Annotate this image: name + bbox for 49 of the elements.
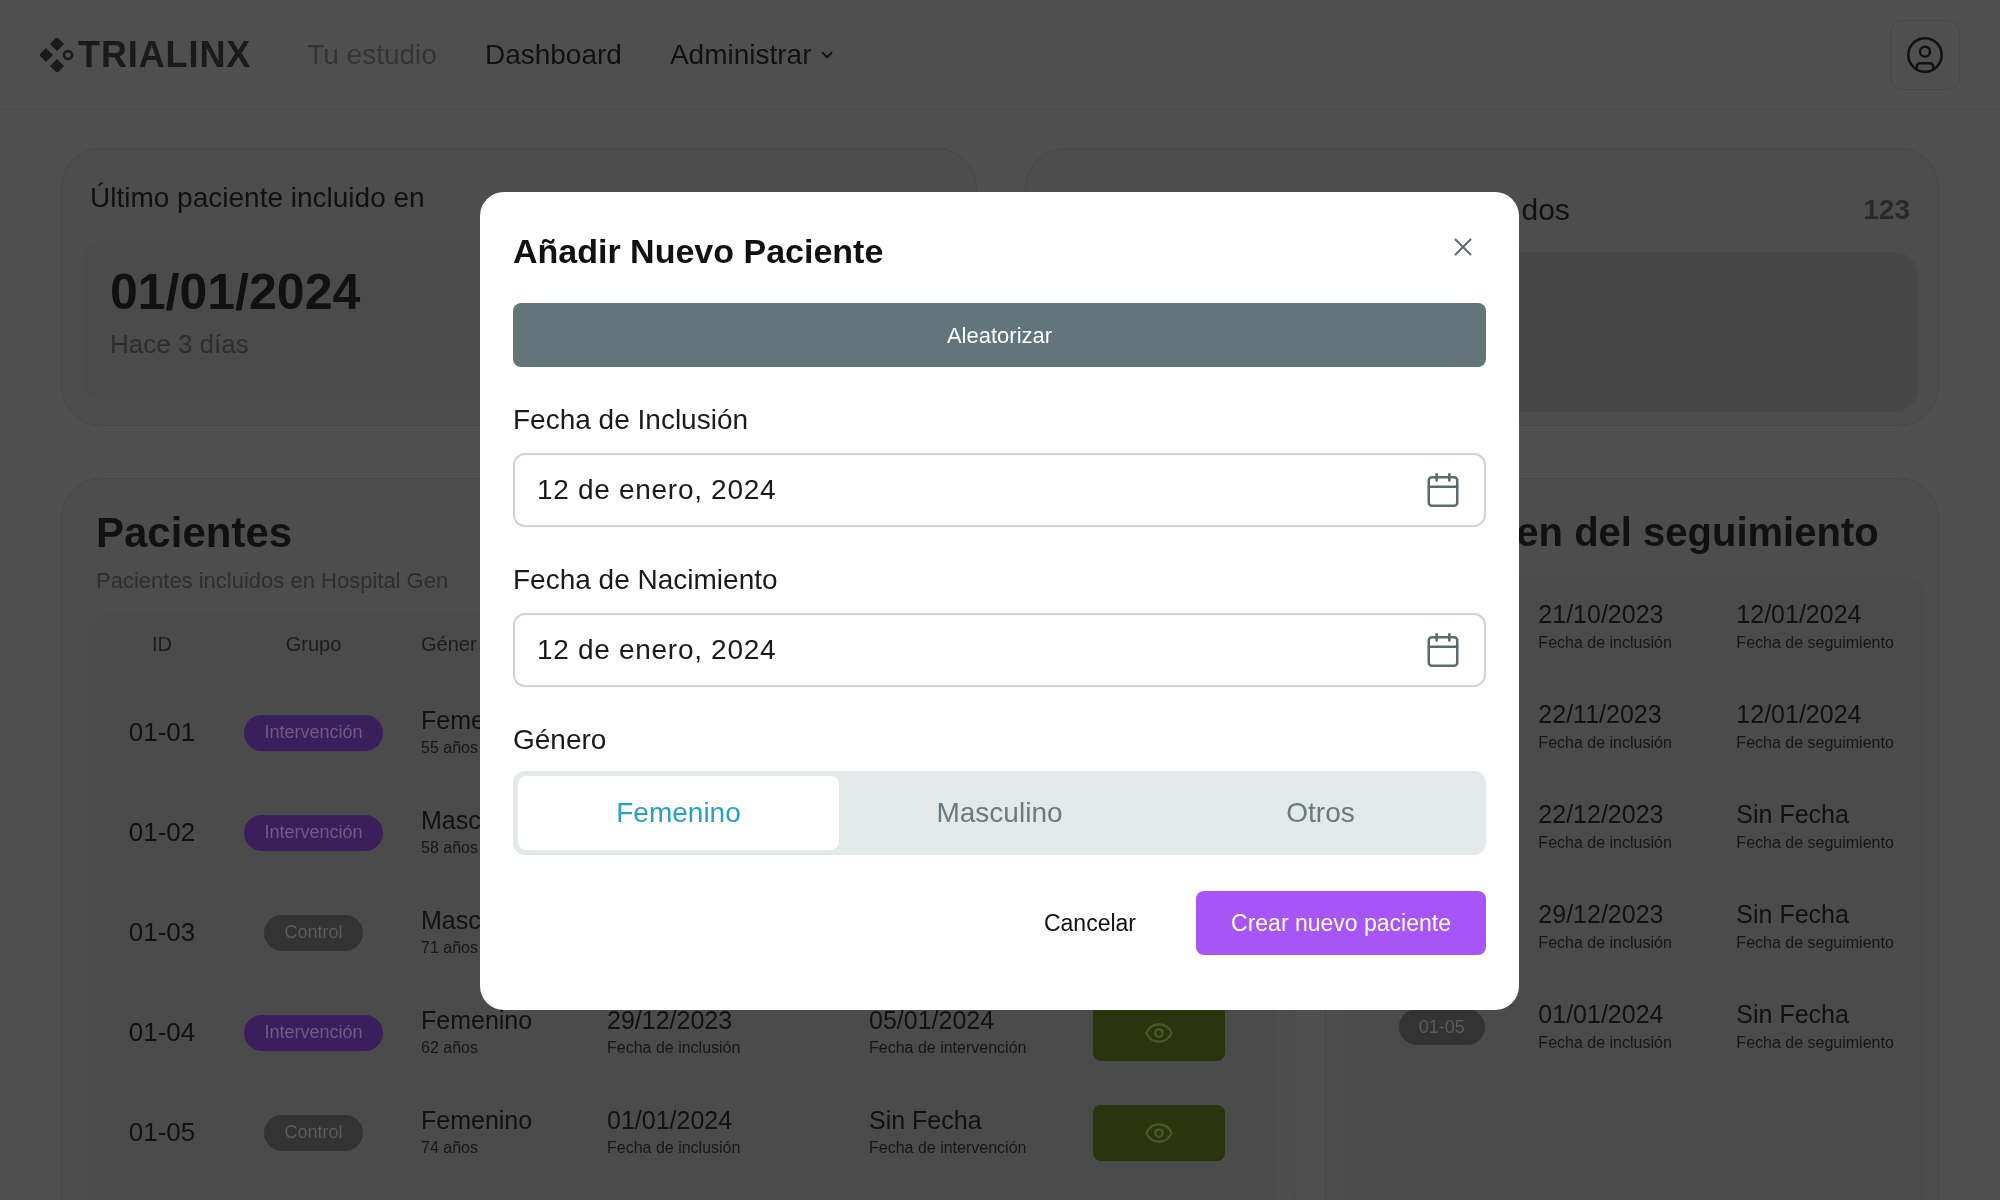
patient-id: 01-02	[128, 817, 196, 847]
field-label: Fecha de Nacimiento	[513, 563, 779, 597]
gender-text: Masc	[421, 804, 481, 836]
nav-link[interactable]: Dashboard	[484, 33, 622, 76]
group-tag: Intervención	[244, 1014, 383, 1051]
cancel-button[interactable]: Cancelar	[1033, 897, 1146, 949]
card-title: dos	[1521, 192, 1570, 228]
card-title: Último paciente incluido en	[89, 181, 426, 215]
nav-link[interactable]: Administrar	[669, 33, 836, 76]
intervention-date: Sin Fecha	[869, 1104, 982, 1136]
logo-icon	[40, 37, 74, 72]
create-patient-button[interactable]: Crear nuevo paciente	[1196, 891, 1486, 955]
intervention-date: 05/01/2024	[869, 1004, 995, 1036]
dialog-title: Añadir Nuevo Paciente	[513, 231, 884, 272]
randomize-button[interactable]: Aleatorizar	[513, 303, 1486, 367]
gender-text: Femenino	[421, 1004, 533, 1036]
followup-date: Sin Fecha	[1736, 999, 1849, 1031]
calendar-icon	[1424, 471, 1462, 509]
gender-option[interactable]: Masculino	[839, 776, 1160, 850]
inclusion-date: 29/12/2023	[607, 1004, 733, 1036]
followup-date: 12/01/2024	[1736, 599, 1862, 631]
inclusion-date: 21/10/2023	[1538, 599, 1664, 631]
inclusion-date: 22/11/2023	[1538, 699, 1662, 731]
group-tag: Intervención	[244, 814, 383, 851]
gender-text: Femenino	[421, 1104, 533, 1136]
patient-id: 01-04	[128, 1017, 196, 1047]
patient-id: 01-01	[128, 717, 196, 747]
followup-date: Sin Fecha	[1736, 899, 1849, 931]
gender-text: Masc	[421, 904, 481, 936]
field-label: Fecha de Inclusión	[513, 403, 750, 437]
inclusion-date: 22/12/2023	[1538, 799, 1664, 831]
card-title: Pacientes	[95, 508, 293, 558]
field-label: Género	[513, 723, 608, 757]
gender-option[interactable]: Femenino	[518, 776, 839, 850]
followup-date: 12/01/2024	[1736, 699, 1862, 731]
patient-id: 01-03	[128, 917, 196, 947]
inclusion-date: 29/12/2023	[1538, 899, 1664, 931]
card-title: en del seguimiento	[1516, 510, 1879, 554]
gender-option[interactable]: Otros	[1160, 776, 1481, 850]
user-icon	[1905, 34, 1945, 75]
inclusion-date: 01/01/2024	[607, 1104, 733, 1136]
calendar-icon	[1424, 631, 1462, 669]
date-field[interactable]: 12 de enero, 2024	[513, 453, 1486, 527]
followup-date: Sin Fecha	[1736, 799, 1849, 831]
date-field[interactable]: 12 de enero, 2024	[513, 613, 1486, 687]
inclusion-date: 01/01/2024	[1538, 999, 1664, 1031]
last-inclusion-date: 01/01/2024	[110, 267, 361, 317]
patient-id: 01-05	[128, 1117, 196, 1147]
group-tag: Intervención	[244, 714, 383, 751]
